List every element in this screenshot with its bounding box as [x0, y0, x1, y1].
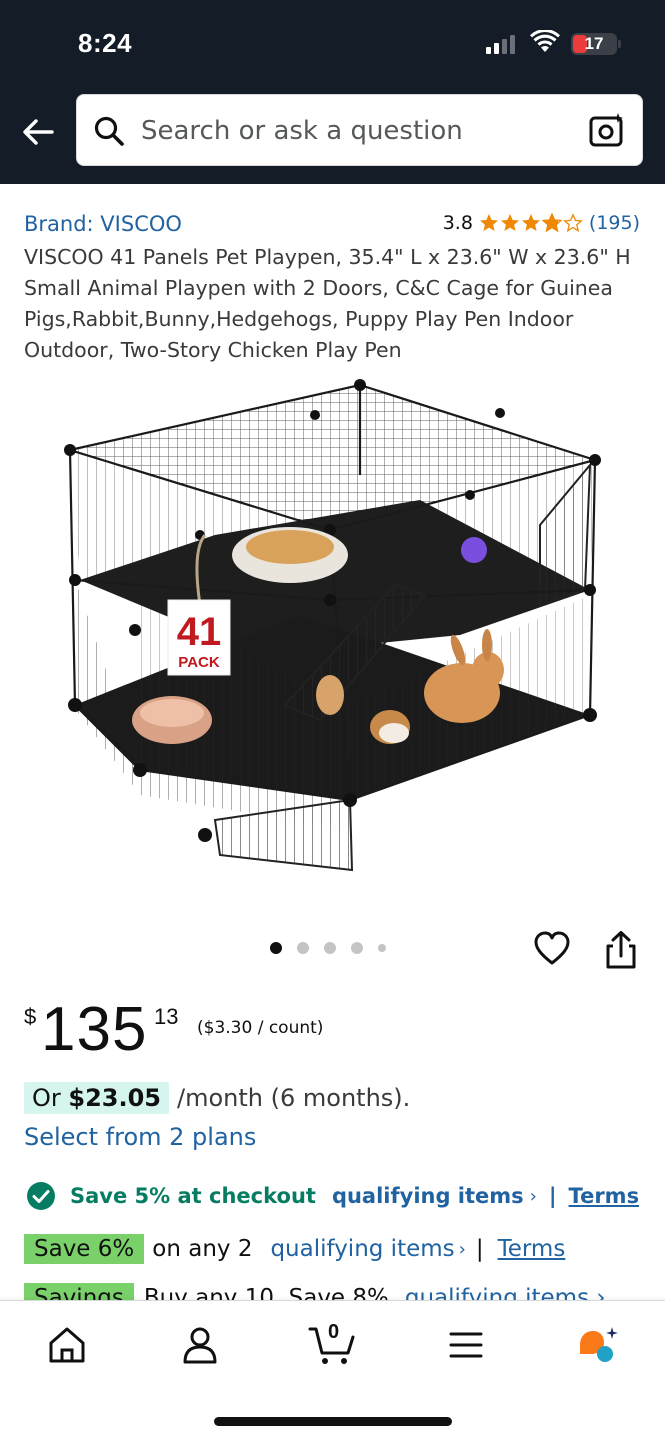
star-full-icon	[500, 214, 519, 231]
account-icon[interactable]	[178, 1323, 222, 1367]
heart-icon[interactable]	[533, 930, 571, 968]
financing-term: /month (6 months).	[177, 1084, 411, 1112]
promo-badge: Save 6%	[24, 1234, 145, 1264]
separator: |	[548, 1184, 557, 1208]
carousel-dot[interactable]	[351, 942, 363, 954]
star-full-icon	[541, 213, 562, 233]
menu-icon[interactable]	[444, 1323, 488, 1367]
pack-badge-number: 41	[177, 610, 222, 654]
top-bar: 8:24 17	[0, 0, 665, 184]
qualifying-items-link[interactable]: qualifying items	[332, 1184, 524, 1208]
price-whole: 135	[41, 995, 148, 1064]
rufus-icon[interactable]	[576, 1323, 620, 1367]
terms-link[interactable]: Terms	[569, 1184, 640, 1208]
terms-link[interactable]: Terms	[498, 1236, 566, 1262]
review-count[interactable]: (195)	[589, 212, 640, 234]
cart-count: 0	[328, 1321, 340, 1343]
wifi-icon	[530, 30, 560, 52]
share-icon[interactable]	[603, 930, 639, 970]
brand-rating-row: Brand: VISCOO 3.8 (195)	[24, 212, 644, 240]
rating-value: 3.8	[442, 212, 473, 234]
home-icon[interactable]	[45, 1323, 89, 1367]
price-fraction: 13	[154, 1004, 179, 1029]
select-plans-link[interactable]: Select from 2 plans	[24, 1123, 256, 1151]
search-icon	[94, 116, 124, 146]
checkout-promo: Save 5% at checkout qualifying items › |…	[26, 1180, 639, 1212]
star-rating	[479, 213, 583, 233]
chevron-right-icon: ›	[458, 1238, 466, 1260]
price-symbol: $	[24, 1004, 37, 1029]
financing-prefix: Or	[32, 1084, 69, 1112]
financing-amount: $23.05	[68, 1084, 162, 1112]
product-image[interactable]: 41 PACK	[60, 375, 605, 875]
checkout-promo-label: Save 5% at checkout	[70, 1184, 316, 1208]
separator: |	[475, 1236, 484, 1262]
chevron-right-icon: ›	[529, 1185, 537, 1207]
multi-buy-promo: Save 6% on any 2 qualifying items › | Te…	[24, 1231, 565, 1267]
camera-scan-icon[interactable]	[588, 111, 626, 149]
cellular-signal-icon	[486, 34, 515, 54]
battery-level: 17	[584, 34, 604, 53]
carousel-dot[interactable]	[378, 944, 386, 952]
search-bar[interactable]	[76, 94, 643, 167]
status-time: 8:24	[78, 28, 133, 58]
financing-amount-pill: Or $23.05	[24, 1082, 170, 1114]
brand-link[interactable]: Brand: VISCOO	[24, 212, 182, 236]
carousel-dot[interactable]	[324, 942, 336, 954]
product-title: VISCOO 41 Panels Pet Playpen, 35.4" L x …	[24, 245, 631, 362]
financing-offer: Or $23.05 /month (6 months).	[24, 1082, 410, 1114]
promo-text: on any 2	[152, 1236, 253, 1262]
star-full-icon	[479, 214, 498, 231]
pack-badge-text: PACK	[178, 654, 220, 671]
check-circle-icon	[27, 1182, 55, 1210]
carousel-dot[interactable]	[297, 942, 309, 954]
arrow-left-icon[interactable]	[18, 112, 58, 152]
carousel-dot[interactable]	[270, 942, 282, 954]
image-carousel-indicator[interactable]	[270, 942, 386, 954]
qualifying-items-link[interactable]: qualifying items	[270, 1236, 454, 1262]
bottom-navigation: 0	[0, 1300, 665, 1440]
star-full-icon	[521, 214, 540, 231]
rating-summary[interactable]: 3.8 (195)	[443, 212, 640, 234]
unit-price: ($3.30 / count)	[197, 1018, 324, 1038]
cart-button[interactable]: 0	[308, 1321, 358, 1367]
home-indicator	[214, 1417, 452, 1426]
search-input[interactable]	[141, 95, 561, 167]
star-empty-icon	[562, 213, 583, 233]
battery-icon: 17	[571, 33, 621, 55]
